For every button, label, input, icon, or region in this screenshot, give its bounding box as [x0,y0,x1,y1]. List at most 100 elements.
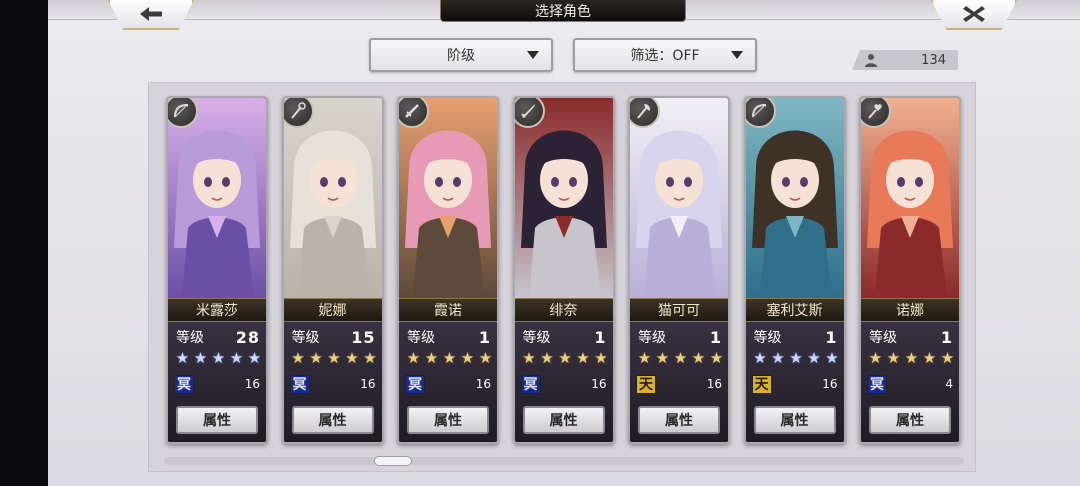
attribute-button[interactable]: 属性 [176,406,258,434]
character-name: 绯奈 [514,298,613,322]
element-count: 16 [360,377,376,391]
star-icon: ★ [576,349,590,367]
star-icon: ★ [753,349,767,367]
attribute-button[interactable]: 属性 [522,406,605,434]
scroll-thumb[interactable] [374,456,412,466]
star-icon: ★ [789,349,803,367]
character-info: 等级 1 ★ ★ ★ ★ ★ 天 16 属性 [745,322,844,442]
character-portrait [283,98,382,298]
star-icon: ★ [442,349,457,367]
star-icon: ★ [594,349,608,367]
character-card[interactable]: 诺娜 等级 1 ★ ★ ★ ★ ★ 冥 4 属性 [859,96,961,444]
element-row: 冥 16 [289,374,376,394]
element-count: 16 [475,377,491,391]
attribute-button[interactable]: 属性 [291,406,374,434]
level-value: 1 [825,327,838,347]
level-label: 等级 [407,330,435,346]
star-icon: ★ [291,349,305,367]
filter-dropdown[interactable]: 筛选：OFF [573,38,757,72]
element-badge: 冥 [405,374,425,394]
level-row: 等级 15 [292,328,376,347]
star-icon: ★ [309,349,323,367]
level-label: 等级 [869,330,897,346]
character-name: 诺娜 [861,298,959,322]
level-value: 28 [235,327,260,347]
element-count: 16 [244,377,260,391]
star-icon: ★ [363,349,377,367]
element-row: 冥 16 [405,374,491,394]
character-card[interactable]: 猫可可 等级 1 ★ ★ ★ ★ ★ 天 16 属性 [628,96,730,444]
element-badge: 天 [636,374,656,394]
page-title: 选择角色 [440,0,686,22]
element-row: 冥 4 [867,374,953,394]
level-row: 等级 1 [753,327,838,347]
element-badge: 冥 [520,374,541,394]
star-rating: ★ ★ ★ ★ ★ [636,350,726,366]
character-info: 等级 1 ★ ★ ★ ★ ★ 冥 16 属性 [399,322,497,442]
star-icon: ★ [478,349,493,367]
attribute-button[interactable]: 属性 [638,406,720,434]
star-icon: ★ [327,349,341,367]
filter-label: 筛选：OFF [630,48,700,64]
level-value: 1 [594,327,607,347]
character-portrait [514,98,613,298]
star-rating: ★ ★ ★ ★ ★ [521,350,611,366]
character-info: 等级 28 ★ ★ ★ ★ ★ 冥 16 属性 [168,322,266,442]
character-name: 霞诺 [399,298,497,322]
element-row: 天 16 [751,374,838,394]
class-badge [745,98,776,128]
star-icon: ★ [211,349,226,367]
star-icon: ★ [175,349,190,367]
element-badge: 冥 [174,374,194,394]
character-card[interactable]: 塞利艾斯 等级 1 ★ ★ ★ ★ ★ 天 16 属性 [743,96,846,444]
close-icon [963,6,985,22]
character-card[interactable]: 霞诺 等级 1 ★ ★ ★ ★ ★ 冥 16 属性 [397,96,499,444]
heart-staff-icon [868,104,882,119]
star-icon: ★ [709,349,724,367]
character-info: 等级 1 ★ ★ ★ ★ ★ 天 16 属性 [630,322,728,442]
star-icon: ★ [345,349,359,367]
element-row: 冥 16 [520,374,607,394]
star-rating: ★ ★ ★ ★ ★ [752,350,842,366]
character-portrait [630,98,728,298]
person-icon [865,54,877,67]
character-portrait [399,98,497,298]
character-card[interactable]: 绯奈 等级 1 ★ ★ ★ ★ ★ 冥 16 属性 [512,96,615,444]
level-row: 等级 1 [407,328,491,347]
chevron-down-icon [527,51,539,59]
star-icon: ★ [886,349,901,367]
character-card[interactable]: 妮娜 等级 15 ★ ★ ★ ★ ★ 冥 16 属性 [281,96,384,444]
roster-count-value: 134 [921,52,946,68]
element-badge: 冥 [867,374,887,394]
star-icon: ★ [406,349,421,367]
character-select-screen: 选择角色 阶级 筛选：OFF 134 米露莎 等级 28 ★ ★ ★ ★ ★ 冥… [48,0,1080,486]
level-label: 等级 [522,330,551,346]
star-icon: ★ [825,349,839,367]
element-count: 16 [591,377,607,391]
star-icon: ★ [673,349,688,367]
character-name: 猫可可 [630,298,728,322]
star-rating: ★ ★ ★ ★ ★ [290,350,380,366]
bow-icon [751,104,766,118]
level-label: 等级 [753,330,782,346]
grade-sort-dropdown[interactable]: 阶级 [369,38,553,72]
attribute-button[interactable]: 属性 [753,406,836,434]
back-button[interactable] [108,0,194,30]
element-badge: 冥 [289,374,310,394]
star-icon: ★ [771,349,785,367]
character-info: 等级 1 ★ ★ ★ ★ ★ 冥 16 属性 [514,322,613,442]
star-icon: ★ [807,349,821,367]
character-card[interactable]: 米露莎 等级 28 ★ ★ ★ ★ ★ 冥 16 属性 [166,96,268,444]
star-icon: ★ [904,349,919,367]
character-name: 塞利艾斯 [745,298,844,322]
level-value: 1 [709,327,722,347]
blade-icon [520,104,535,118]
star-rating: ★ ★ ★ ★ ★ [405,350,495,366]
attribute-button[interactable]: 属性 [407,406,489,434]
staff-icon [290,102,306,119]
star-icon: ★ [193,349,208,367]
character-portrait [745,98,844,298]
close-button[interactable] [931,0,1017,30]
element-count: 16 [706,377,722,391]
attribute-button[interactable]: 属性 [869,406,951,434]
